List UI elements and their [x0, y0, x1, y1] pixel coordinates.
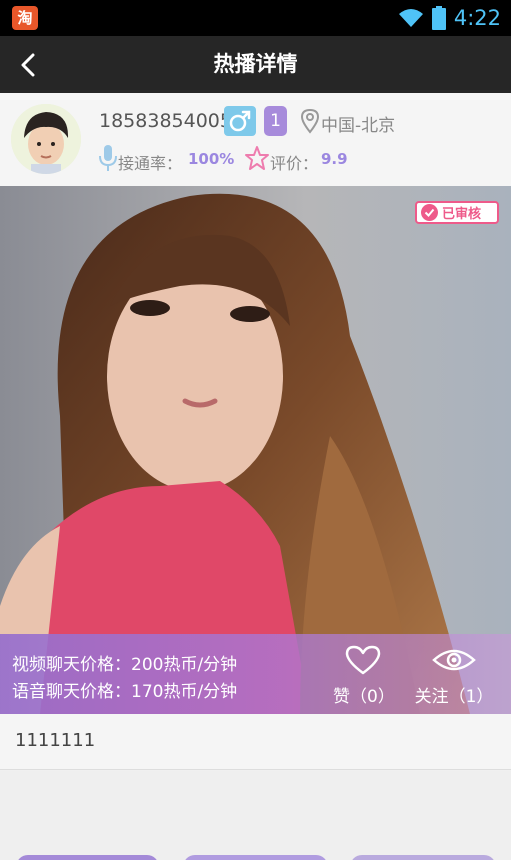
follow-count: 关注（1） [414, 687, 494, 707]
bottom-action-button-3[interactable] [350, 855, 496, 860]
connect-rate-label: 接通率： [118, 154, 183, 173]
voice-price: 语音聊天价格：170热币/分钟 [12, 682, 238, 702]
description-text: 1111111 [15, 730, 96, 751]
rating-value: 9.9 [321, 150, 348, 168]
status-bar: 淘 4:22 [0, 0, 511, 36]
heart-icon [345, 645, 381, 675]
like-count: 赞（0） [333, 687, 395, 707]
location-pin-icon [300, 108, 320, 134]
verified-badge: 已审核 [415, 201, 499, 224]
star-icon [245, 146, 269, 170]
status-time: 4:22 [453, 6, 501, 30]
avatar[interactable] [11, 104, 81, 174]
like-button[interactable]: 赞（0） [333, 644, 395, 707]
page-title: 热播详情 [213, 52, 298, 76]
status-right: 4:22 [398, 0, 501, 36]
battery-icon [431, 6, 446, 30]
profile-section [0, 93, 511, 186]
bottom-action-button-2[interactable] [183, 855, 328, 860]
rating-label: 评价： [270, 154, 319, 173]
follow-button[interactable]: 关注（1） [414, 644, 494, 707]
phone-number: 18583854005 [99, 110, 232, 132]
bottom-area [0, 771, 511, 860]
video-price: 视频聊天价格：200热币/分钟 [12, 655, 238, 675]
bottom-action-button-1[interactable] [16, 855, 159, 860]
location-text: 中国-北京 [321, 116, 396, 136]
description-section: 1111111 [0, 714, 511, 770]
taobao-icon: 淘 [12, 6, 38, 30]
header: 热播详情 [0, 36, 511, 93]
wifi-icon [398, 9, 423, 27]
eye-icon [432, 649, 476, 671]
level-badge: 1 [264, 106, 287, 136]
connect-rate-value: 100% [188, 150, 235, 168]
verified-label: 已审核 [442, 207, 482, 222]
male-icon [224, 106, 256, 136]
check-circle-icon [421, 204, 438, 221]
microphone-icon [99, 145, 117, 171]
